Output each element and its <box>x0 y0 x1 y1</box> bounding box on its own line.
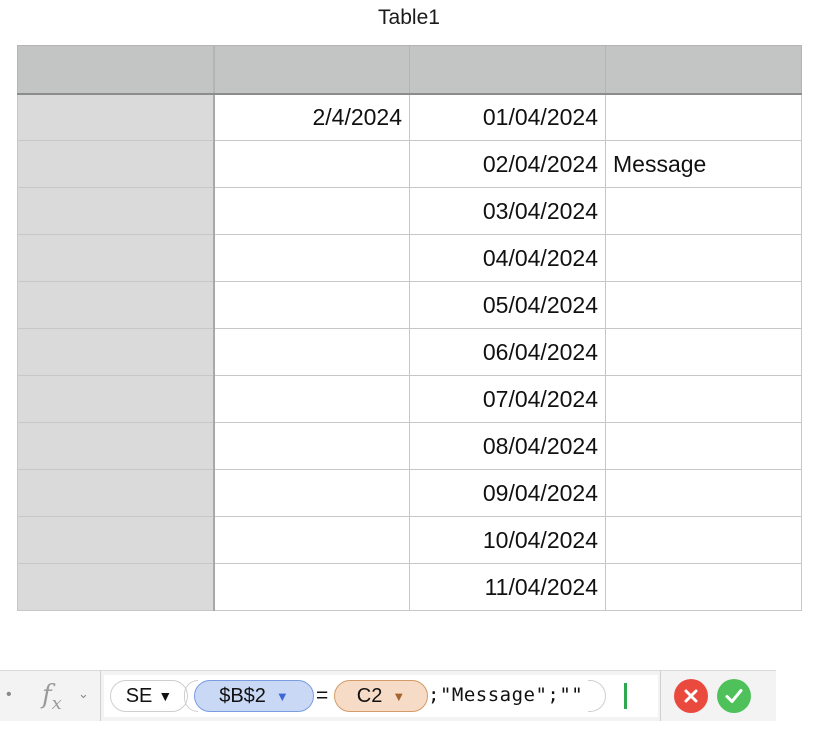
bullet-icon: • <box>6 686 12 703</box>
header-cell-c[interactable] <box>409 45 606 95</box>
header-cell-b[interactable] <box>213 45 410 95</box>
row-header-cell[interactable] <box>17 234 215 282</box>
row-header-cell[interactable] <box>17 187 215 235</box>
table-row: 05/04/2024 <box>17 281 802 329</box>
cell-d11[interactable] <box>605 516 802 564</box>
table-row: 02/04/2024 Message <box>17 140 802 188</box>
table-row: 06/04/2024 <box>17 328 802 376</box>
cell-c6[interactable]: 05/04/2024 <box>409 281 606 329</box>
cell-b4[interactable] <box>213 187 410 235</box>
cancel-button[interactable] <box>674 679 708 713</box>
cell-b7[interactable] <box>213 328 410 376</box>
row-header-cell[interactable] <box>17 281 215 329</box>
cell-c4[interactable]: 03/04/2024 <box>409 187 606 235</box>
row-header-cell[interactable] <box>17 422 215 470</box>
checkmark-circle-icon <box>725 689 743 703</box>
caret-down-icon[interactable]: ▼ <box>392 689 405 704</box>
row-header-cell[interactable] <box>17 563 215 611</box>
cell-d12[interactable] <box>605 563 802 611</box>
formula-bar-divider <box>100 671 101 721</box>
row-header-cell[interactable] <box>17 93 215 141</box>
cell-c7[interactable]: 06/04/2024 <box>409 328 606 376</box>
cell-c5[interactable]: 04/04/2024 <box>409 234 606 282</box>
header-cell-d[interactable] <box>605 45 802 95</box>
table-row: 07/04/2024 <box>17 375 802 423</box>
cell-d6[interactable] <box>605 281 802 329</box>
row-header-cell[interactable] <box>17 328 215 376</box>
cell-d8[interactable] <box>605 375 802 423</box>
cell-c9[interactable]: 08/04/2024 <box>409 422 606 470</box>
formula-bar: • fx ⌄ SE ▼ $B$2 ▼ = C2 ▼ ;"Message";"" <box>0 670 776 721</box>
cell-c11[interactable]: 10/04/2024 <box>409 516 606 564</box>
cell-c8[interactable]: 07/04/2024 <box>409 375 606 423</box>
table-row: 08/04/2024 <box>17 422 802 470</box>
reference-token-c2[interactable]: C2 ▼ <box>334 680 428 712</box>
caret-down-icon[interactable]: ▼ <box>158 688 172 704</box>
cell-d2[interactable] <box>605 93 802 141</box>
reference-token-b2[interactable]: $B$2 ▼ <box>194 680 314 712</box>
row-header-cell[interactable] <box>17 469 215 517</box>
function-token[interactable]: SE ▼ <box>110 680 188 712</box>
chevron-down-icon[interactable]: ⌄ <box>78 686 89 702</box>
formula-bar-divider <box>660 671 661 721</box>
table-row: 10/04/2024 <box>17 516 802 564</box>
cell-b6[interactable] <box>213 281 410 329</box>
cell-b12[interactable] <box>213 563 410 611</box>
cell-d4[interactable] <box>605 187 802 235</box>
cell-d9[interactable] <box>605 422 802 470</box>
argument-group-right-edge <box>588 680 606 712</box>
x-circle-icon <box>684 689 698 703</box>
operator-equals: = <box>316 684 329 707</box>
header-row <box>17 45 802 95</box>
table-title[interactable]: Table1 <box>0 6 818 30</box>
cell-b3[interactable] <box>213 140 410 188</box>
text-cursor <box>624 683 627 709</box>
table-row: 11/04/2024 <box>17 563 802 611</box>
cell-b2[interactable]: 2/4/2024 <box>213 93 410 141</box>
table-row: 03/04/2024 <box>17 187 802 235</box>
header-corner-cell[interactable] <box>17 45 215 95</box>
cell-c2[interactable]: 01/04/2024 <box>409 93 606 141</box>
cell-b10[interactable] <box>213 469 410 517</box>
table1-grid: 2/4/2024 01/04/2024 02/04/2024 Message 0… <box>17 45 802 611</box>
formula-text-rest[interactable]: ;"Message";"" <box>428 684 583 706</box>
cell-b5[interactable] <box>213 234 410 282</box>
accept-button[interactable] <box>717 679 751 713</box>
formula-input[interactable]: SE ▼ $B$2 ▼ = C2 ▼ ;"Message";"" <box>104 675 658 717</box>
cell-b11[interactable] <box>213 516 410 564</box>
cell-b8[interactable] <box>213 375 410 423</box>
cell-d7[interactable] <box>605 328 802 376</box>
table-row: 09/04/2024 <box>17 469 802 517</box>
cell-b9[interactable] <box>213 422 410 470</box>
cell-c12[interactable]: 11/04/2024 <box>409 563 606 611</box>
cell-d3[interactable]: Message <box>605 140 802 188</box>
cell-d10[interactable] <box>605 469 802 517</box>
row-header-cell[interactable] <box>17 375 215 423</box>
cell-c10[interactable]: 09/04/2024 <box>409 469 606 517</box>
function-fx-icon[interactable]: fx <box>42 680 62 714</box>
cell-c3[interactable]: 02/04/2024 <box>409 140 606 188</box>
row-header-cell[interactable] <box>17 516 215 564</box>
row-header-cell[interactable] <box>17 140 215 188</box>
spreadsheet-view: Table1 2/4/2024 01/04/2024 02/04/2024 Me… <box>0 0 818 738</box>
cell-d5[interactable] <box>605 234 802 282</box>
caret-down-icon[interactable]: ▼ <box>276 689 289 704</box>
table-row: 04/04/2024 <box>17 234 802 282</box>
table-row: 2/4/2024 01/04/2024 <box>17 93 802 141</box>
